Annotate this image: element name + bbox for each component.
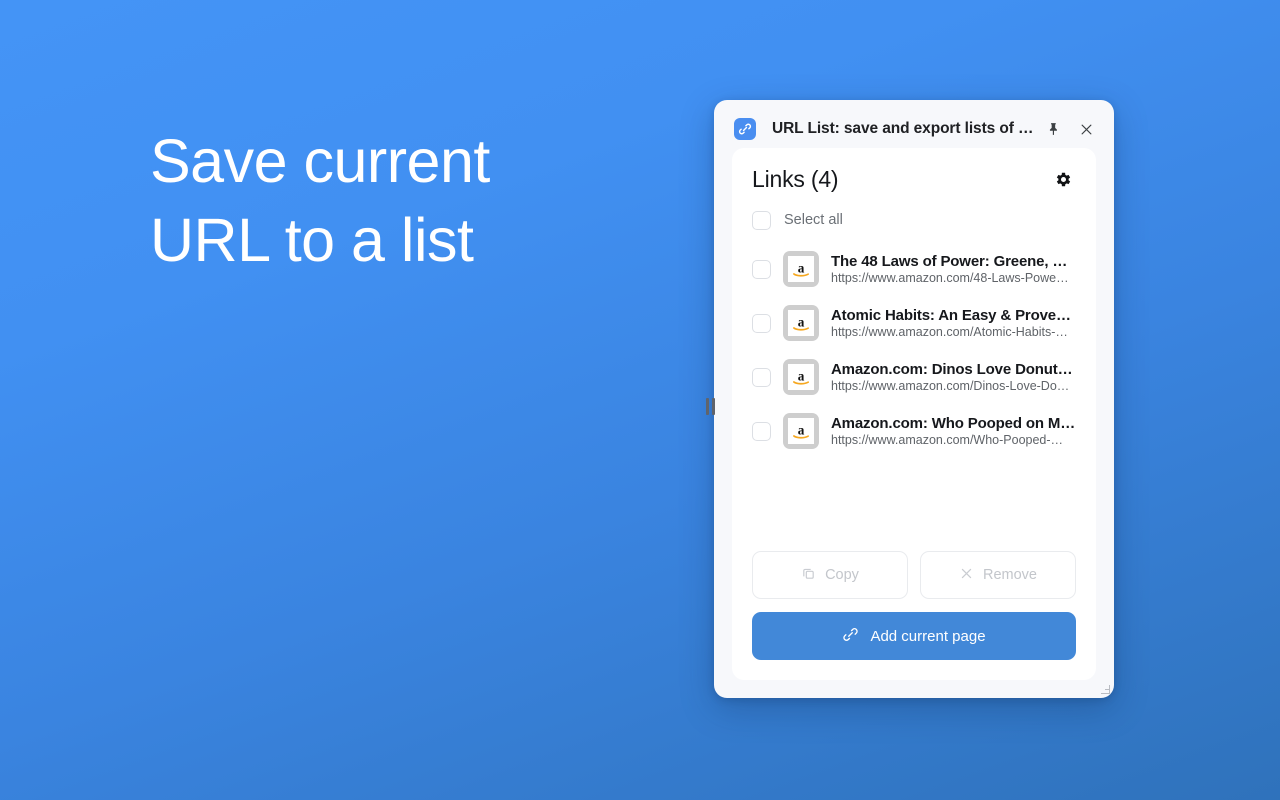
drag-handle-bar — [705, 397, 709, 415]
link-icon — [734, 118, 756, 140]
drag-handle-bar — [711, 397, 715, 415]
link-title: Amazon.com: Dinos Love Donuts… — [831, 361, 1076, 378]
svg-text:a: a — [798, 368, 805, 383]
extension-popup: URL List: save and export lists of UR… L… — [705, 100, 1114, 698]
close-x-icon — [959, 566, 974, 585]
link-title: Amazon.com: Who Pooped on M… — [831, 415, 1076, 432]
add-current-page-label: Add current page — [870, 627, 986, 645]
link-checkbox[interactable] — [752, 313, 771, 333]
link-checkbox[interactable] — [752, 259, 771, 279]
page-headline: Save current URL to a list — [150, 127, 490, 274]
popup-drag-handle[interactable] — [703, 396, 717, 416]
copy-label: Copy — [825, 567, 859, 583]
link-checkbox[interactable] — [752, 421, 771, 441]
list-item[interactable]: a Atomic Habits: An Easy & Proven… https… — [752, 296, 1076, 350]
page-title: Links (4) — [752, 166, 839, 192]
link-title: Atomic Habits: An Easy & Proven… — [831, 307, 1076, 324]
select-all-row[interactable]: Select all — [752, 206, 1076, 234]
link-checkbox[interactable] — [752, 367, 771, 387]
amazon-favicon: a — [783, 251, 819, 287]
copy-icon — [801, 566, 816, 585]
add-current-page-button[interactable]: Add current page — [752, 612, 1076, 660]
list-item[interactable]: a Amazon.com: Dinos Love Donuts… https:/… — [752, 350, 1076, 404]
link-list: a The 48 Laws of Power: Greene, R… https… — [752, 242, 1076, 458]
action-row: Copy Remove — [752, 551, 1076, 599]
copy-button[interactable]: Copy — [752, 551, 908, 599]
link-title: The 48 Laws of Power: Greene, R… — [831, 253, 1076, 270]
amazon-favicon: a — [783, 359, 819, 395]
list-item[interactable]: a Amazon.com: Who Pooped on M… https://w… — [752, 404, 1076, 458]
link-icon — [842, 626, 859, 647]
amazon-favicon: a — [783, 305, 819, 341]
card-header: Links (4) — [752, 166, 1076, 193]
list-item[interactable]: a The 48 Laws of Power: Greene, R… https… — [752, 242, 1076, 296]
gear-icon[interactable] — [1050, 167, 1076, 193]
svg-text:a: a — [798, 260, 805, 275]
link-url: https://www.amazon.com/Dinos-Love-Do… — [831, 379, 1070, 393]
close-icon[interactable] — [1072, 115, 1100, 143]
amazon-favicon: a — [783, 413, 819, 449]
select-all-label: Select all — [784, 212, 843, 228]
select-all-checkbox[interactable] — [752, 210, 771, 230]
link-url: https://www.amazon.com/48-Laws-Powe… — [831, 271, 1069, 285]
pin-icon[interactable] — [1040, 115, 1068, 143]
remove-button[interactable]: Remove — [920, 551, 1076, 599]
link-url: https://www.amazon.com/Who-Pooped-… — [831, 433, 1064, 447]
remove-label: Remove — [983, 567, 1037, 583]
popup-card: Links (4) Select all a The 48 Laws of Po… — [732, 148, 1096, 680]
svg-text:a: a — [798, 422, 805, 437]
svg-text:a: a — [798, 314, 805, 329]
resize-grip[interactable] — [1101, 685, 1110, 694]
link-url: https://www.amazon.com/Atomic-Habits-… — [831, 325, 1068, 339]
popup-title: URL List: save and export lists of UR… — [772, 120, 1040, 137]
